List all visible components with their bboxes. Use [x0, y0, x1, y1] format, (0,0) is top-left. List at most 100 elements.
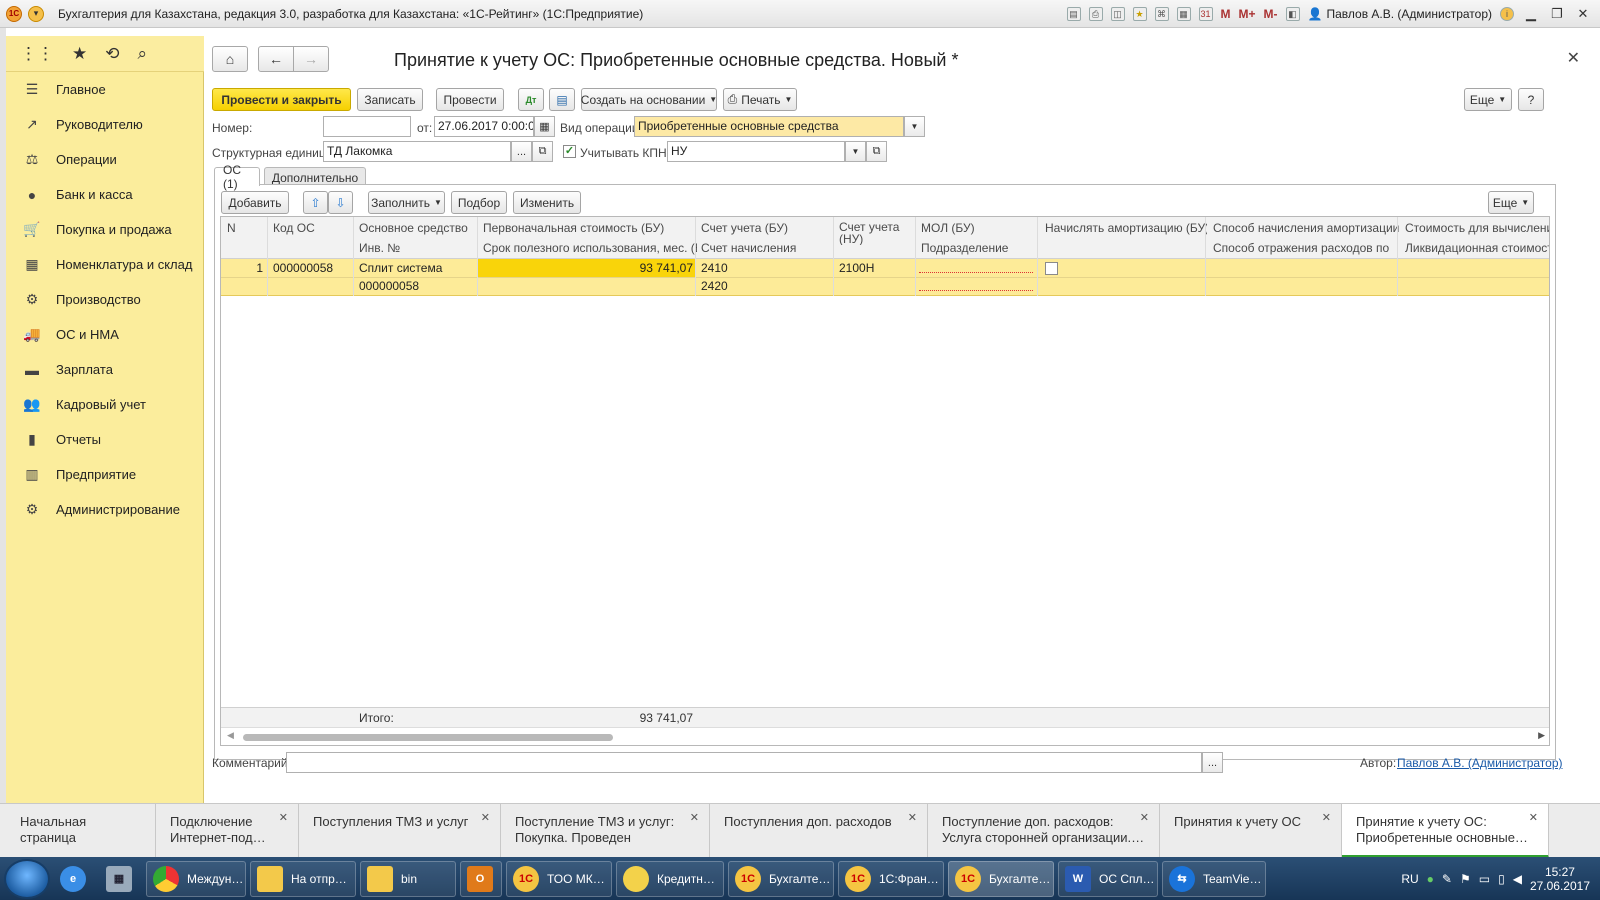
col-header-useful-life[interactable]: Срок полезного использования, мес. (БУ)	[479, 241, 697, 255]
link-icon[interactable]: ⌘	[1154, 7, 1169, 21]
preview-icon[interactable]: ◫	[1110, 7, 1125, 21]
flag-icon[interactable]: ⚑	[1460, 872, 1471, 886]
print-button[interactable]: ⎙ Печать ▼	[723, 88, 797, 111]
col-header-liquidation[interactable]: Ликвидационная стоимость	[1401, 241, 1549, 255]
row-code[interactable]: 000000058	[269, 261, 355, 275]
taskbar-folder-bin[interactable]: bin	[360, 860, 456, 897]
monitor-icon[interactable]: ▭	[1479, 872, 1490, 886]
favorite-icon[interactable]: ★	[1132, 7, 1147, 21]
taskbar-1c-3[interactable]: 1С 1С:Фран…	[838, 860, 944, 897]
taskbar-1c-1[interactable]: 1С ТОО МК…	[506, 860, 612, 897]
row-account-nu[interactable]: 2100Н	[835, 261, 915, 275]
sidebar-item-production[interactable]: ⚙ Производство	[6, 282, 203, 317]
row-accrual-account[interactable]: 2420	[697, 279, 833, 293]
volume-icon[interactable]: ◀	[1513, 872, 1522, 886]
app-logo-icon[interactable]: 1С	[6, 5, 22, 22]
close-tab-icon[interactable]: ✕	[279, 810, 288, 826]
window-tab-extra-cost-doc[interactable]: Поступление доп. расходов: Услуга сторон…	[928, 804, 1160, 858]
kpn-dropdown-icon[interactable]: ▼	[845, 141, 866, 162]
col-header-code[interactable]: Код ОС	[269, 221, 355, 235]
m-plus-button[interactable]: M+	[1239, 7, 1256, 21]
back-button[interactable]: ←	[258, 46, 294, 72]
unit-field[interactable]: ТД Лакомка	[323, 141, 511, 162]
post-and-close-button[interactable]: Провести и закрыть	[212, 88, 351, 111]
kpn-open-icon[interactable]: ⧉	[866, 141, 887, 162]
dt-kt-icon[interactable]: Дт	[518, 88, 544, 111]
sidebar-item-main[interactable]: ☰ Главное	[6, 72, 203, 107]
sidebar-item-bank[interactable]: ● Банк и касса	[6, 177, 203, 212]
sidebar-item-salary[interactable]: ▬ Зарплата	[6, 352, 203, 387]
close-tab-icon[interactable]: ✕	[481, 810, 490, 826]
row-inv[interactable]: 000000058	[355, 279, 477, 293]
pick-button[interactable]: Подбор	[451, 191, 507, 214]
sidebar-item-reports[interactable]: ▮ Отчеты	[6, 422, 203, 457]
user-menu[interactable]: 👤 Павлов А.В. (Администратор)	[1308, 7, 1492, 21]
forward-button[interactable]: →	[293, 46, 329, 72]
taskbar-word[interactable]: W ОС Спл…	[1058, 860, 1158, 897]
move-down-icon[interactable]: ⇩	[328, 191, 353, 214]
author-link[interactable]: Павлов А.В. (Администратор)	[1397, 756, 1563, 770]
main-menu-icon[interactable]: ▾	[28, 5, 44, 22]
sidebar-item-fixed-assets[interactable]: 🚚 ОС и НМА	[6, 317, 203, 352]
tray-user-icon[interactable]: ●	[1427, 872, 1434, 886]
save-button[interactable]: Записать	[357, 88, 423, 111]
window-close-icon[interactable]: ✕	[1574, 6, 1592, 22]
col-header-asset[interactable]: Основное средство	[355, 221, 477, 235]
col-header-depreciate[interactable]: Начислять амортизацию (БУ)	[1041, 221, 1207, 235]
sidebar-item-administration[interactable]: ⚙ Администрирование	[6, 492, 203, 527]
window-tab-fa-doc[interactable]: Принятие к учету ОС: Приобретенные основ…	[1342, 804, 1549, 858]
post-button[interactable]: Провести	[436, 88, 504, 111]
window-tab-internet[interactable]: Подключение Интернет-под… ✕	[156, 804, 299, 858]
sidebar-item-manager[interactable]: ↗ Руководителю	[6, 107, 203, 142]
calculator-icon[interactable]: ▦	[1176, 7, 1191, 21]
add-row-button[interactable]: Добавить	[221, 191, 289, 214]
comment-field[interactable]	[286, 752, 1202, 773]
structure-icon[interactable]: ▤	[549, 88, 575, 111]
ie-icon[interactable]: e	[54, 861, 96, 897]
col-header-depreciation-method[interactable]: Способ начисления амортизации (...	[1209, 221, 1399, 235]
row-cost[interactable]: 93 741,07	[479, 261, 693, 275]
window-tab-tmz-list[interactable]: Поступления ТМЗ и услуг ✕	[299, 804, 501, 858]
scroll-right-icon[interactable]: ▶	[1538, 730, 1545, 741]
date-field[interactable]: 27.06.2017 0:00:00	[434, 116, 534, 137]
number-field[interactable]	[323, 116, 411, 137]
window-tab-tmz-doc[interactable]: Поступление ТМЗ и услуг: Покупка. Провед…	[501, 804, 710, 858]
calendar-picker-icon[interactable]: ▦	[534, 116, 555, 137]
depreciate-checkbox[interactable]	[1045, 262, 1058, 275]
kpn-checkbox[interactable]: ✓	[563, 145, 576, 158]
col-header-calc-cost[interactable]: Стоимость для вычисления	[1401, 221, 1549, 235]
save-icon[interactable]: ▤	[1066, 7, 1081, 21]
horizontal-scrollbar[interactable]: ◀ ▶	[221, 727, 1549, 745]
operation-field[interactable]: Приобретенные основные средства	[634, 116, 904, 137]
tray-settings-icon[interactable]: ✎	[1442, 872, 1452, 886]
kpn-field[interactable]: НУ	[667, 141, 845, 162]
maximize-icon[interactable]: ❐	[1548, 6, 1566, 22]
info-icon[interactable]: i	[1500, 7, 1514, 21]
more-button[interactable]: Еще ▼	[1464, 88, 1512, 111]
col-header-n[interactable]: N	[223, 221, 267, 235]
print-icon[interactable]: ⎙	[1088, 7, 1103, 21]
col-header-account-nu[interactable]: Счет учета (НУ)	[835, 221, 915, 245]
sidebar-item-enterprise[interactable]: ▥ Предприятие	[6, 457, 203, 492]
close-tab-icon[interactable]: ✕	[690, 810, 699, 826]
move-up-icon[interactable]: ⇧	[303, 191, 328, 214]
col-header-accrual-account[interactable]: Счет начисления	[697, 241, 833, 255]
home-button[interactable]: ⌂	[212, 46, 248, 72]
close-tab-icon[interactable]: ✕	[908, 810, 917, 826]
m-minus-button[interactable]: M-	[1264, 7, 1278, 21]
apps-grid-icon[interactable]: ⋮⋮	[20, 44, 54, 64]
language-indicator[interactable]: RU	[1401, 872, 1418, 886]
row-asset[interactable]: Сплит система	[355, 261, 477, 275]
favorites-star-icon[interactable]: ★	[72, 44, 87, 64]
operation-dropdown-icon[interactable]: ▼	[904, 116, 925, 137]
table-row[interactable]: 1 000000058 Сплит система 000000058 93 7…	[221, 259, 1549, 296]
change-button[interactable]: Изменить	[513, 191, 581, 214]
start-button[interactable]	[4, 858, 50, 899]
tab-fixed-assets[interactable]: ОС (1)	[214, 163, 260, 191]
taskbar-1c-4[interactable]: 1С Бухгалте…	[948, 860, 1054, 897]
sidebar-item-nomenclature[interactable]: ▦ Номенклатура и склад	[6, 247, 203, 282]
scroll-thumb[interactable]	[243, 734, 613, 741]
create-based-on-button[interactable]: Создать на основании ▼	[581, 88, 717, 111]
search-icon[interactable]: ⌕	[138, 44, 148, 64]
scroll-left-icon[interactable]: ◀	[227, 730, 234, 741]
